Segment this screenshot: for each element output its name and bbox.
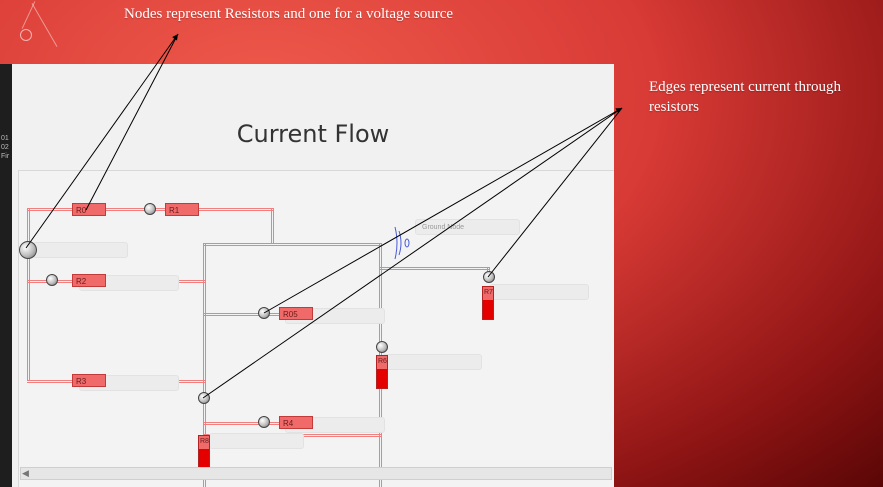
arrow-line bbox=[487, 107, 623, 278]
arrow-line bbox=[25, 33, 179, 249]
arrow-line bbox=[263, 107, 623, 314]
arrow-line bbox=[202, 107, 623, 399]
annotation-arrows bbox=[25, 33, 623, 399]
arrow-line bbox=[85, 33, 179, 211]
